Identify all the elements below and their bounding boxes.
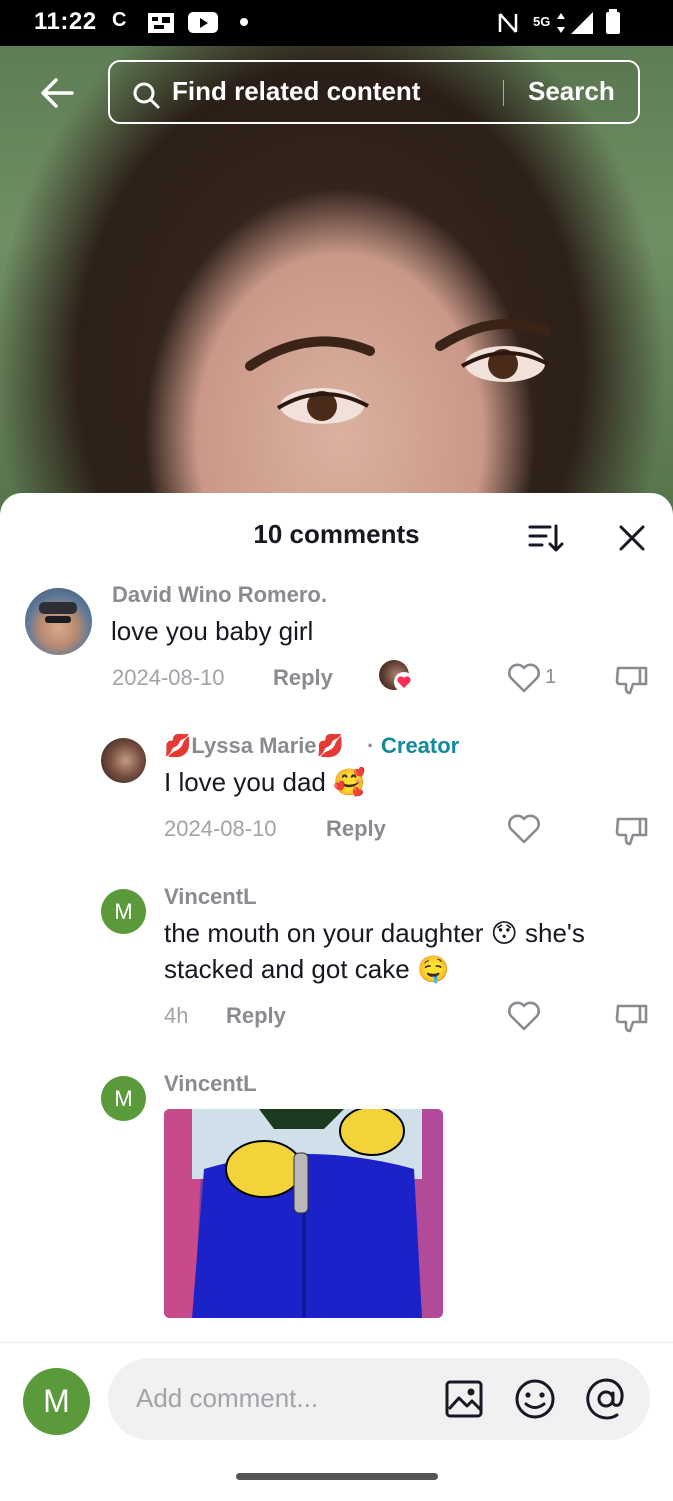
- data-arrows-icon: [557, 13, 565, 33]
- creator-badge: Creator: [381, 733, 460, 758]
- notification-dot-icon: [240, 18, 248, 26]
- comment-text-line: the mouth on your daughter 😯 she's: [164, 918, 585, 948]
- reply-button[interactable]: Reply: [326, 816, 386, 842]
- back-arrow-icon[interactable]: [38, 75, 78, 111]
- search-divider: [503, 80, 504, 106]
- cartoon-gif-image: [164, 1109, 443, 1318]
- signal-icon: [571, 12, 593, 34]
- my-avatar[interactable]: M: [23, 1368, 90, 1435]
- avatar-letter: M: [43, 1383, 70, 1419]
- heart-icon[interactable]: [507, 662, 541, 694]
- home-indicator[interactable]: [236, 1473, 438, 1480]
- network-type: 5G: [533, 14, 551, 29]
- comment-input-placeholder[interactable]: Add comment...: [136, 1383, 318, 1414]
- comment-author[interactable]: 💋Lyssa Marie💋: [164, 733, 344, 759]
- battery-icon: [606, 9, 620, 34]
- comments-count-title: 10 comments: [253, 519, 420, 549]
- emoji-icon[interactable]: [513, 1378, 557, 1420]
- mention-icon[interactable]: [584, 1377, 628, 1421]
- comment-author[interactable]: VincentL: [164, 1071, 257, 1097]
- carrier-letter: C: [112, 9, 127, 31]
- status-bar: 11:22 C 5G: [0, 0, 673, 46]
- comment-text-line: stacked and got cake 🤤: [164, 954, 450, 984]
- avatar-letter: M: [114, 1086, 133, 1111]
- close-icon[interactable]: [618, 524, 646, 552]
- heart-icon[interactable]: [507, 813, 541, 845]
- creator-heart-icon: [394, 672, 414, 692]
- profile-photo-image: [39, 602, 77, 623]
- comment-author[interactable]: VincentL: [164, 884, 257, 910]
- avatar[interactable]: [101, 738, 146, 783]
- reply-button[interactable]: Reply: [273, 665, 333, 691]
- search-button[interactable]: Search: [528, 76, 615, 107]
- game-app-icon: [148, 13, 174, 33]
- comment-text: love you baby girl: [111, 616, 314, 646]
- dislike-icon[interactable]: [614, 813, 650, 847]
- comment-author[interactable]: David Wino Romero.: [112, 582, 327, 608]
- avatar[interactable]: [25, 588, 92, 655]
- comment-date: 2024-08-10: [164, 816, 277, 841]
- comment-gif-image[interactable]: [164, 1109, 443, 1318]
- dislike-icon[interactable]: [614, 1000, 650, 1034]
- avatar-letter: M: [114, 899, 133, 924]
- reply-button[interactable]: Reply: [226, 1003, 286, 1029]
- like-count: 1: [545, 666, 557, 688]
- comment-date: 4h: [164, 1003, 189, 1028]
- comment-text: I love you dad 🥰: [164, 767, 366, 797]
- youtube-icon: [188, 12, 218, 33]
- avatar[interactable]: M: [101, 889, 146, 934]
- image-icon[interactable]: [444, 1379, 484, 1419]
- heart-icon[interactable]: [507, 1000, 541, 1032]
- nfc-icon: [498, 13, 518, 33]
- status-time: 11:22: [34, 8, 97, 35]
- comment-date: 2024-08-10: [112, 665, 225, 690]
- search-icon: [133, 82, 160, 109]
- sort-icon[interactable]: [528, 522, 564, 554]
- search-placeholder[interactable]: Find related content: [172, 76, 420, 107]
- avatar[interactable]: M: [101, 1076, 146, 1121]
- dislike-icon[interactable]: [614, 662, 650, 696]
- author-separator: ·: [367, 733, 375, 758]
